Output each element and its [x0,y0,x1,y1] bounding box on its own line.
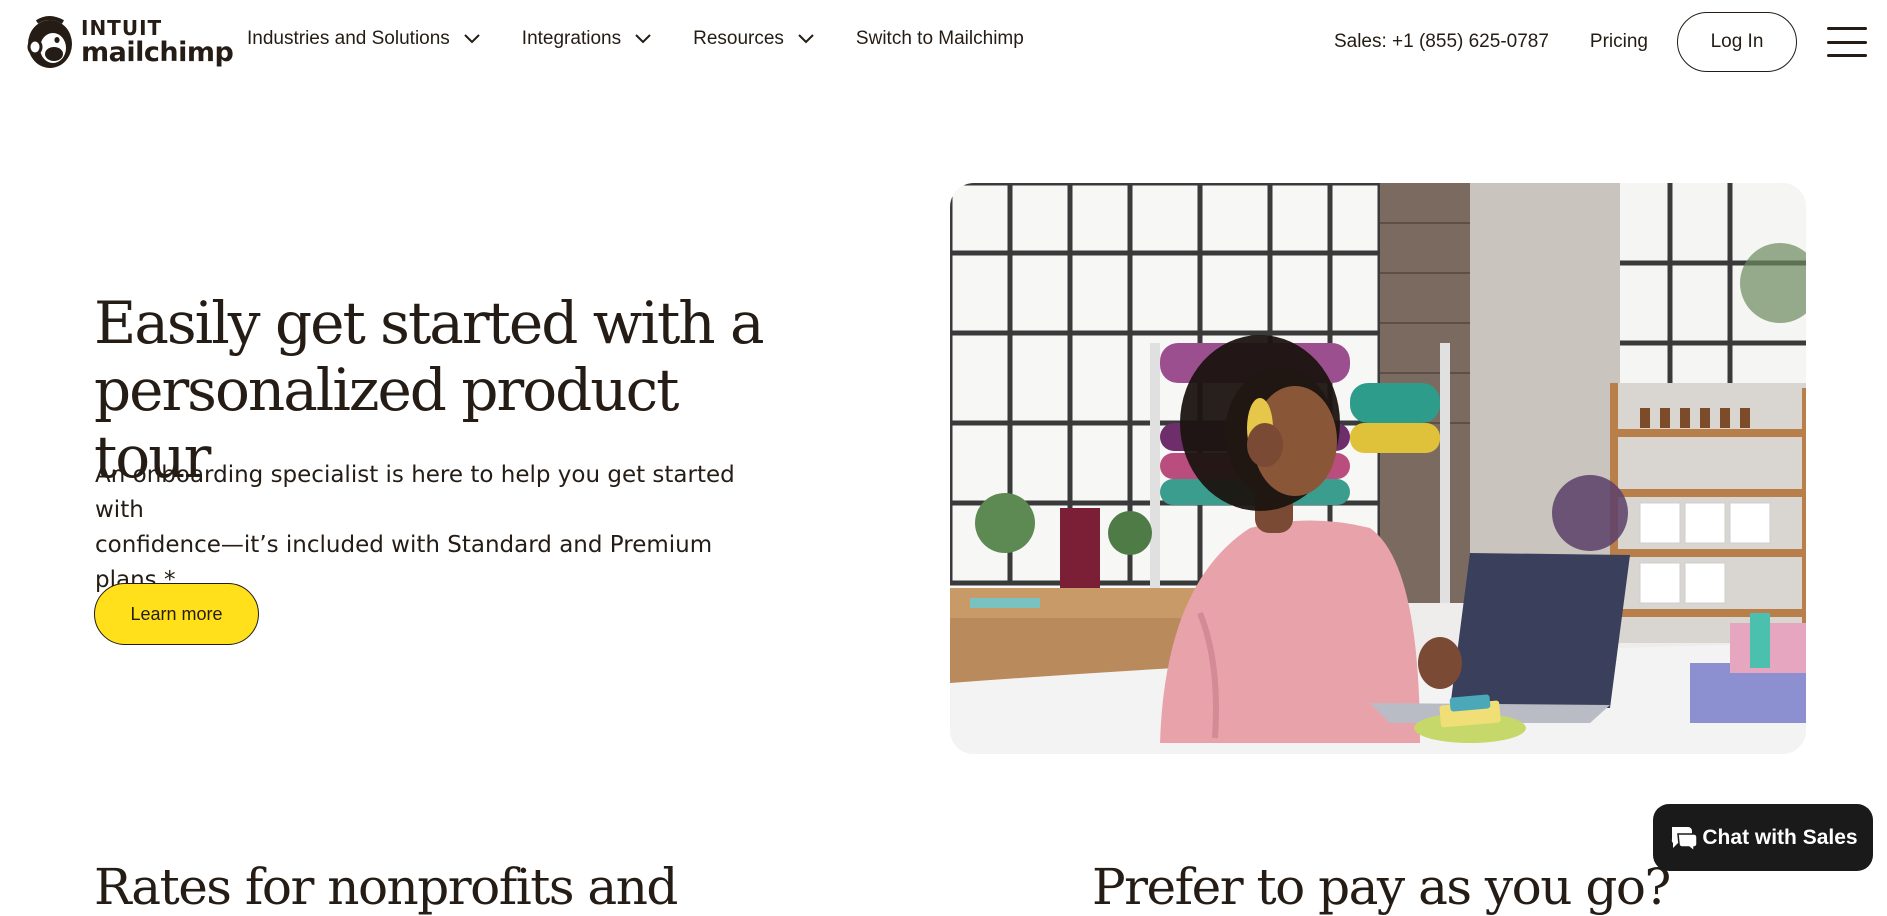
nonprofit-rates-heading: Rates for nonprofits and [94,858,678,916]
nav-label: Resources [693,28,784,49]
hero-subtitle: An onboarding specialist is here to help… [95,458,775,598]
nav-label: Integrations [521,28,622,49]
hamburger-menu-icon[interactable] [1827,27,1867,57]
chevron-down-icon [464,34,480,44]
nav-resources[interactable]: Resources [693,28,814,50]
main-nav: Industries and Solutions Integrations Re… [247,28,1024,50]
hero-subtitle-line-1: An onboarding specialist is here to help… [95,462,735,523]
chat-with-sales-button[interactable]: Chat with Sales [1653,804,1873,871]
chevron-down-icon [798,34,814,44]
sales-phone-link[interactable]: Sales: +1 (855) 625-0787 [1334,31,1549,53]
logo-mailchimp-text: mailchimp [81,37,234,68]
nav-label: Industries and Solutions [247,28,450,49]
log-in-button[interactable]: Log In [1677,12,1797,72]
chevron-down-icon [635,34,651,44]
nav-label: Switch to Mailchimp [855,28,1024,49]
nav-switch-to-mailchimp[interactable]: Switch to Mailchimp [856,28,1024,50]
nav-integrations[interactable]: Integrations [522,28,651,50]
header-actions: Sales: +1 (855) 625-0787 Pricing Log In [1334,10,1887,74]
site-header: INTUIT mailchimp Industries and Solution… [0,0,1887,84]
nav-industries-and-solutions[interactable]: Industries and Solutions [247,28,480,50]
chat-bubbles-icon [1672,826,1699,853]
pay-as-you-go-heading: Prefer to pay as you go? [1092,858,1671,916]
intuit-mailchimp-logo[interactable]: INTUIT mailchimp [23,14,234,70]
woman-on-phone-at-laptop-illustration [950,183,1806,754]
pricing-link[interactable]: Pricing [1590,31,1648,53]
learn-more-button[interactable]: Learn more [94,583,259,645]
hero-title-line-1: Easily get started with a [94,289,765,357]
hero-photo [950,183,1806,754]
chat-with-sales-label: Chat with Sales [1702,825,1858,849]
freddie-logo-icon [27,16,72,68]
logo-intuit-text: INTUIT [81,16,163,40]
